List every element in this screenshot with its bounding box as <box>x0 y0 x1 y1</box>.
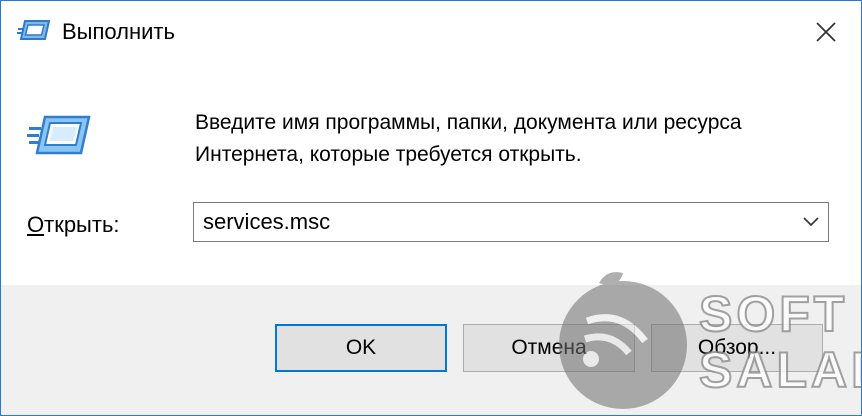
dialog-content: Введите имя программы, папки, документа … <box>1 63 861 285</box>
button-bar: OK Отмена Обзор... <box>1 285 861 415</box>
run-dialog-icon <box>17 18 51 44</box>
dropdown-button[interactable] <box>794 203 828 241</box>
open-label: Открыть: <box>27 212 120 237</box>
dialog-description: Введите имя программы, папки, документа … <box>195 111 742 166</box>
run-icon <box>27 113 91 161</box>
window-title: Выполнить <box>62 19 175 44</box>
ok-button[interactable]: OK <box>275 324 447 372</box>
cancel-button[interactable]: Отмена <box>463 324 635 372</box>
run-dialog: Выполнить Введите имя программы, папки, … <box>0 0 862 416</box>
browse-button[interactable]: Обзор... <box>651 324 823 372</box>
title-bar[interactable]: Выполнить <box>1 1 861 63</box>
open-combobox[interactable]: services.msc <box>193 202 829 242</box>
chevron-down-icon <box>803 217 819 227</box>
close-icon <box>816 22 836 42</box>
open-input[interactable]: services.msc <box>203 203 330 241</box>
open-label-text: ткрыть: <box>44 212 120 237</box>
close-button[interactable] <box>791 1 861 63</box>
